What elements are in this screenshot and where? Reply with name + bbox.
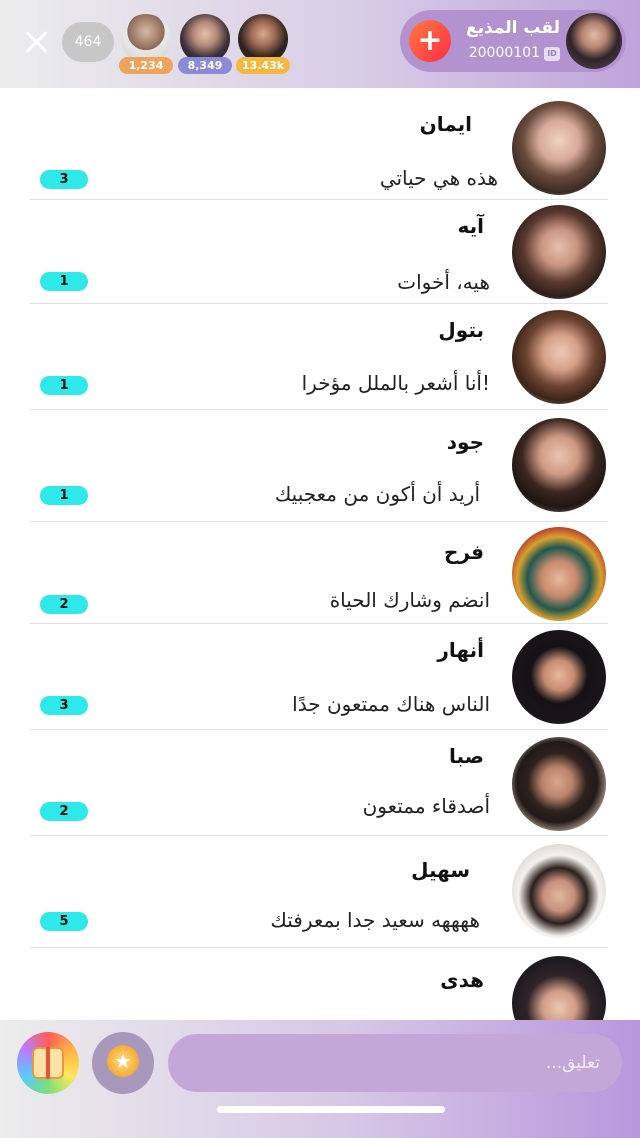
top-viewer-count: 8,349 bbox=[178, 57, 232, 74]
top-viewer-count: 1,234 bbox=[119, 57, 173, 74]
list-item[interactable]: فرح انضم وشارك الحياة 2 bbox=[0, 522, 640, 624]
list-item[interactable]: صبا أصدقاء ممتعون 2 bbox=[0, 730, 640, 836]
bottom-bar: ★ bbox=[0, 1020, 640, 1138]
contact-name: سهيل bbox=[411, 858, 470, 882]
avatar[interactable] bbox=[512, 418, 606, 512]
unread-badge: 2 bbox=[40, 595, 88, 614]
home-indicator bbox=[217, 1106, 445, 1113]
plus-icon[interactable]: + bbox=[409, 20, 451, 62]
last-message: هيه، أخوات bbox=[397, 270, 490, 294]
unread-badge: 1 bbox=[40, 376, 88, 395]
contact-name: آيه bbox=[457, 214, 485, 238]
top-viewer-1[interactable]: 1,234 bbox=[119, 14, 173, 74]
contact-name: جود bbox=[446, 430, 484, 454]
last-message: الناس هناك ممتعون جدًا bbox=[292, 692, 490, 716]
top-bar: 464 1,234 8,349 13.43k + لقب المذيع 2000… bbox=[0, 0, 640, 88]
last-message: !أنا أشعر بالملل مؤخرا bbox=[301, 371, 490, 395]
unread-badge: 3 bbox=[40, 170, 88, 189]
unread-badge: 2 bbox=[40, 802, 88, 821]
top-viewer-2[interactable]: 8,349 bbox=[178, 14, 232, 74]
host-avatar[interactable] bbox=[566, 13, 622, 69]
list-item[interactable]: بتول !أنا أشعر بالملل مؤخرا 1 bbox=[0, 304, 640, 410]
contact-name: صبا bbox=[449, 744, 484, 768]
contact-name: بتول bbox=[438, 318, 484, 342]
avatar[interactable] bbox=[512, 310, 606, 404]
star-coin-icon: ★ bbox=[107, 1045, 139, 1077]
gift-icon bbox=[32, 1047, 64, 1079]
contact-name: فرح bbox=[444, 540, 484, 564]
list-item[interactable]: هدى bbox=[0, 948, 640, 1020]
close-icon[interactable] bbox=[20, 26, 52, 58]
last-message: أريد أن أكون من معجبيك bbox=[274, 482, 480, 506]
top-viewer-count: 13.43k bbox=[236, 57, 290, 74]
last-message: انضم وشارك الحياة bbox=[329, 588, 490, 612]
list-item[interactable]: جود أريد أن أكون من معجبيك 1 bbox=[0, 410, 640, 522]
top-viewer-3[interactable]: 13.43k bbox=[236, 14, 290, 74]
contact-name: أنهار bbox=[437, 638, 484, 662]
contact-name: هدى bbox=[440, 968, 484, 992]
last-message: أصدقاء ممتعون bbox=[362, 794, 490, 818]
last-message: هذه هي حياتي bbox=[379, 166, 498, 190]
host-name: لقب المذيع bbox=[466, 18, 560, 38]
comment-input[interactable] bbox=[168, 1034, 622, 1092]
unread-badge: 3 bbox=[40, 696, 88, 715]
avatar[interactable] bbox=[512, 844, 606, 938]
avatar[interactable] bbox=[512, 956, 606, 1020]
list-item[interactable]: ايمان هذه هي حياتي 3 bbox=[0, 88, 640, 200]
unread-badge: 5 bbox=[40, 912, 88, 931]
viewer-count[interactable]: 464 bbox=[62, 22, 114, 62]
chat-list[interactable]: ايمان هذه هي حياتي 3 آيه هيه، أخوات 1 بت… bbox=[0, 88, 640, 1020]
contact-name: ايمان bbox=[419, 112, 472, 136]
list-item[interactable]: آيه هيه، أخوات 1 bbox=[0, 200, 640, 304]
host-id: 20000101 bbox=[468, 45, 540, 61]
avatar[interactable] bbox=[512, 737, 606, 831]
id-icon: ID bbox=[544, 47, 560, 61]
avatar[interactable] bbox=[512, 527, 606, 621]
star-coin-button[interactable]: ★ bbox=[92, 1032, 154, 1094]
host-card[interactable]: + لقب المذيع 20000101 ID bbox=[400, 10, 626, 72]
list-item[interactable]: أنهار الناس هناك ممتعون جدًا 3 bbox=[0, 624, 640, 730]
avatar[interactable] bbox=[512, 205, 606, 299]
list-item[interactable]: سهيل ههههه سعيد جدا بمعرفتك 5 bbox=[0, 836, 640, 948]
last-message: ههههه سعيد جدا بمعرفتك bbox=[270, 908, 480, 932]
unread-badge: 1 bbox=[40, 272, 88, 291]
gift-button[interactable] bbox=[17, 1032, 79, 1094]
avatar[interactable] bbox=[512, 630, 606, 724]
unread-badge: 1 bbox=[40, 486, 88, 505]
avatar[interactable] bbox=[512, 101, 606, 195]
